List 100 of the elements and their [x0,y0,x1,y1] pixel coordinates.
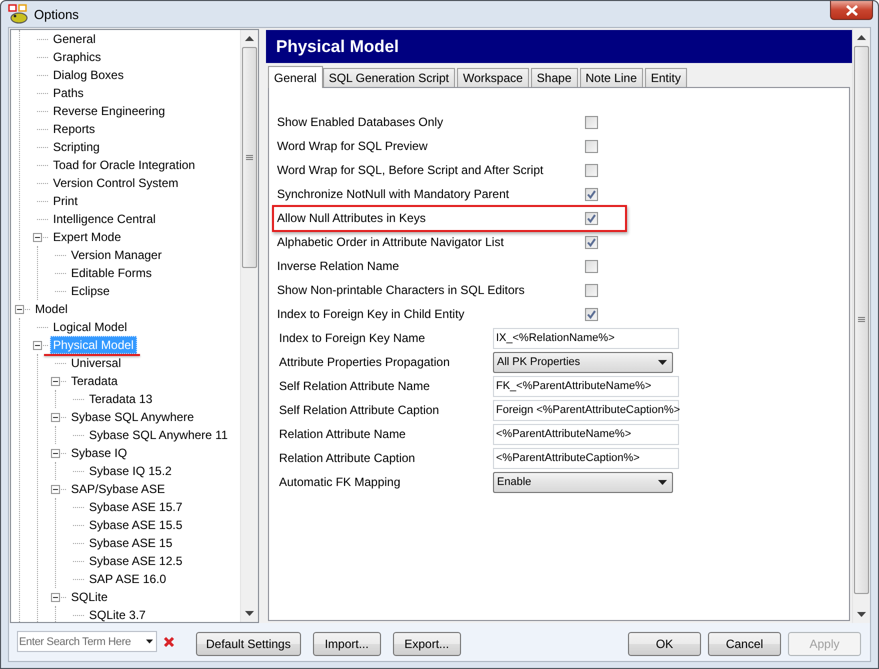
option-label: Index to Foreign Key in Child Entity [277,307,464,321]
tree-item[interactable]: Teradata 13 [86,390,156,408]
text-field[interactable]: <%ParentAttributeName%> [493,424,679,444]
panel-title: Physical Model [276,36,399,56]
tree-item[interactable]: SAP ASE 16.0 [86,570,170,588]
tree-item[interactable]: Editable Forms [68,264,155,282]
tree-item[interactable]: Dialog Boxes [50,66,127,84]
minus-box-icon[interactable] [15,304,24,314]
scroll-up-icon[interactable] [857,35,866,40]
checkbox[interactable] [585,164,598,176]
search-field[interactable]: Enter Search Term Here [18,636,146,648]
tree-item[interactable]: Intelligence Central [50,210,159,228]
tree-item[interactable]: Logical Model [50,318,130,336]
tree-item[interactable]: Sybase ASE 12.5 [86,552,186,570]
tree-item[interactable]: Sybase SQL Anywhere 11 [86,426,231,444]
field-label: Automatic FK Mapping [279,475,402,489]
tab[interactable]: Shape [530,68,578,87]
tree-item[interactable]: Graphics [50,48,104,66]
grip-icon [858,317,865,323]
tree-item[interactable]: Sybase SQL Anywhere [68,408,197,426]
scroll-thumb[interactable] [854,46,869,594]
minus-box-icon[interactable] [51,484,60,494]
field-label: Self Relation Attribute Name [279,379,431,393]
option-label: Word Wrap for SQL Preview [277,139,428,153]
tree-item[interactable]: Eclipse [68,282,113,300]
window-title: Options [34,6,79,22]
option-label: Alphabetic Order in Attribute Navigator List [277,235,504,249]
text-field[interactable]: <%ParentAttributeCaption%> [493,448,679,468]
tab[interactable]: General [268,66,323,88]
checkbox[interactable] [585,212,598,224]
tree-item[interactable]: Sybase ASE 15 [86,534,176,552]
tab[interactable]: Entity [644,68,687,87]
clear-icon[interactable] [163,636,175,648]
scroll-thumb[interactable] [242,47,257,268]
text-field[interactable]: FK_<%ParentAttributeName%> [493,376,679,396]
tree-item[interactable]: Version Control System [50,174,182,192]
app-icon [8,4,28,24]
checkbox[interactable] [585,116,598,128]
scroll-down-icon[interactable] [245,611,254,616]
search-combo-box[interactable]: Enter Search Term Here [17,631,157,652]
tree-item[interactable]: Teradata [68,372,121,390]
option-label: Show Enabled Databases Only [277,115,444,129]
field-label: Self Relation Attribute Caption [279,403,440,417]
checkbox[interactable] [585,236,598,248]
dialog-button[interactable]: Default Settings [196,632,301,656]
scrollbar[interactable] [852,29,870,623]
tree-item[interactable]: Sybase IQ [68,444,130,462]
checkbox[interactable] [585,260,598,272]
tree-item[interactable]: Toad for Oracle Integration [50,156,198,174]
tree-item[interactable]: Sybase IQ 15.2 [86,462,175,480]
tree-item[interactable]: Reports [50,120,98,138]
field-label: Index to Foreign Key Name [279,331,426,345]
field-label: Relation Attribute Caption [279,451,416,465]
checkbox[interactable] [585,284,598,296]
minus-box-icon[interactable] [51,592,60,602]
minus-box-icon[interactable] [33,340,42,350]
option-label: Synchronize NotNull with Mandatory Parent [277,187,510,201]
minus-box-icon[interactable] [51,376,60,386]
tree-item[interactable]: Expert Mode [50,228,124,246]
option-label: Word Wrap for SQL, Before Script and After Script [277,163,544,177]
tree-item[interactable]: General [50,30,99,48]
tab[interactable]: Note Line [580,68,643,87]
tree-item[interactable]: SQLite [68,588,111,606]
close-icon [844,4,858,16]
tree-item[interactable]: Model [32,300,71,318]
text-field[interactable]: Foreign <%ParentAttributeCaption%> [493,400,679,420]
tree-item[interactable]: Universal [68,354,124,372]
dialog-button[interactable]: Import... [312,632,381,656]
field-label: Attribute Properties Propagation [279,355,451,369]
tree-item[interactable]: Print [50,192,81,210]
tree-item[interactable]: Version Manager [68,246,165,264]
dropdown[interactable]: All PK Properties [493,352,673,372]
tree-item[interactable]: Sybase ASE 15.5 [86,516,186,534]
tab[interactable]: Workspace [456,68,529,87]
tree-item[interactable]: Sybase ASE 15.7 [86,498,186,516]
caret-icon [658,480,667,484]
scroll-down-icon[interactable] [857,612,866,617]
tab[interactable]: SQL Generation Script [322,68,455,87]
dialog-button[interactable]: Export... [392,632,461,656]
caret-icon [658,360,667,364]
checkbox[interactable] [585,188,598,200]
dropdown[interactable]: Enable [493,472,673,492]
tree-item[interactable]: Paths [50,84,87,102]
option-label: Inverse Relation Name [277,259,400,273]
scroll-up-icon[interactable] [245,36,254,41]
dialog-button[interactable]: OK [628,632,701,656]
tree-item[interactable]: Scripting [50,138,103,156]
minus-box-icon[interactable] [51,412,60,422]
scrollbar[interactable] [240,30,258,622]
dialog-button[interactable]: Cancel [708,632,781,656]
close-button[interactable] [830,1,873,20]
tree-item[interactable]: SAP/Sybase ASE [68,480,168,498]
option-label: Show Non-printable Characters in SQL Editors [277,283,525,297]
minus-box-icon[interactable] [33,232,42,242]
text-field[interactable]: IX_<%RelationName%> [493,328,679,348]
tree-item[interactable]: SQLite 3.7 [86,606,149,622]
tree-item[interactable]: Reverse Engineering [50,102,168,120]
checkbox[interactable] [585,140,598,152]
minus-box-icon[interactable] [51,448,60,458]
checkbox[interactable] [585,308,598,320]
